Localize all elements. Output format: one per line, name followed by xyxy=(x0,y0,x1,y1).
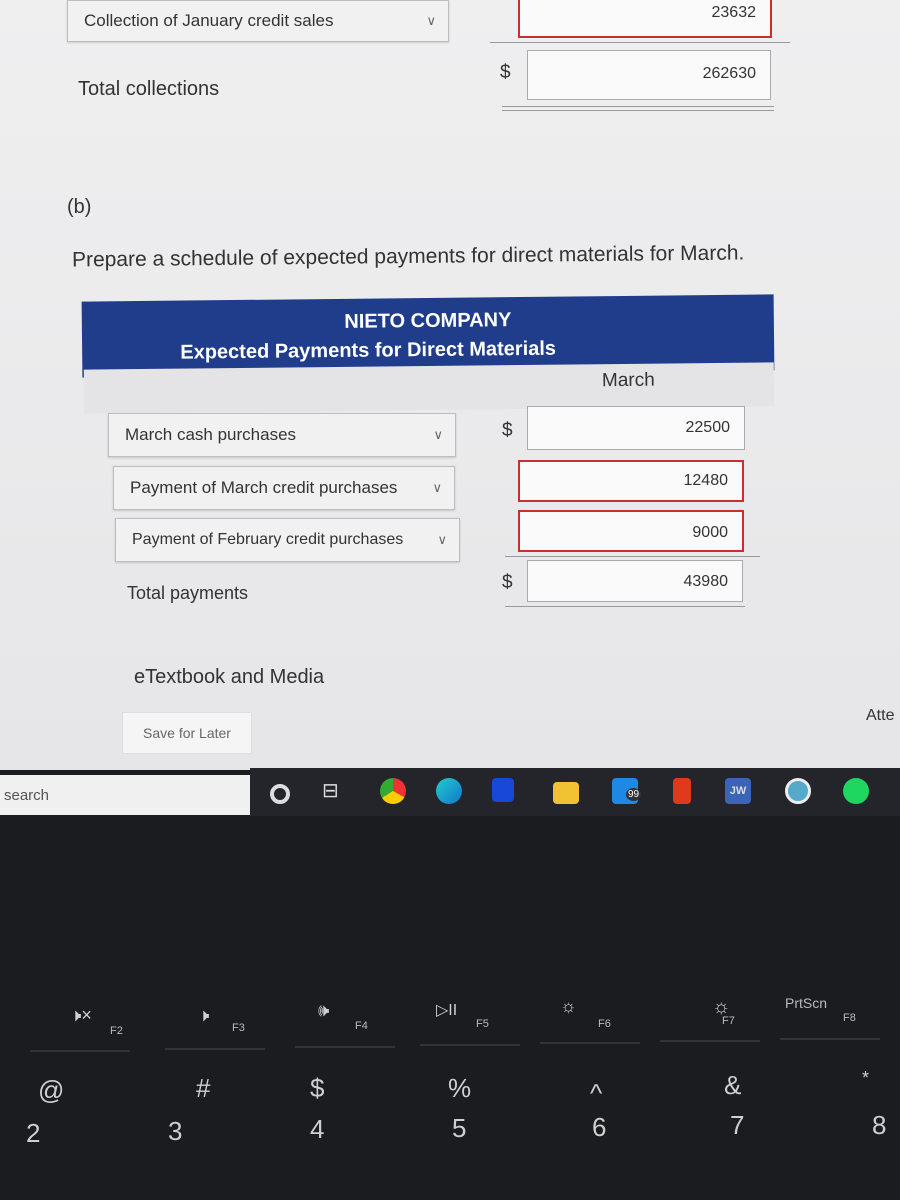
key-4[interactable]: 4 xyxy=(310,1114,324,1145)
key-f3[interactable]: F3 xyxy=(232,1022,245,1034)
key-6-shift[interactable]: ^ xyxy=(590,1078,602,1109)
key-3[interactable]: 3 xyxy=(168,1116,182,1147)
row-dropdown-march-credit[interactable]: Payment of March credit purchases ∨ xyxy=(113,466,455,510)
total-payments-input[interactable]: 43980 xyxy=(527,560,743,602)
part-label: (b) xyxy=(67,196,92,218)
divider xyxy=(505,556,760,557)
company-name: NIETO COMPANY xyxy=(344,309,512,333)
key-f5[interactable]: F5 xyxy=(476,1018,489,1030)
divider xyxy=(490,42,790,43)
app-circle-icon[interactable] xyxy=(785,778,811,804)
key-f8[interactable]: F8 xyxy=(843,1012,856,1024)
row-dropdown-march-cash[interactable]: March cash purchases ∨ xyxy=(108,413,456,457)
double-underline xyxy=(502,106,774,107)
cortana-icon[interactable] xyxy=(270,784,290,804)
file-explorer-icon[interactable] xyxy=(553,782,579,804)
key-f7[interactable]: F7 xyxy=(722,1015,735,1027)
key-4-shift[interactable]: $ xyxy=(310,1073,324,1104)
double-underline xyxy=(502,110,774,111)
dropdown-label: Collection of January credit sales xyxy=(84,11,334,30)
chevron-down-icon: ∨ xyxy=(426,13,436,28)
key-2-shift[interactable]: @ xyxy=(38,1075,64,1106)
mute-icon[interactable]: 🕨× xyxy=(70,1005,92,1026)
currency-symbol: $ xyxy=(502,572,513,593)
total-collections-input[interactable]: 262630 xyxy=(527,50,771,100)
chevron-down-icon: ∨ xyxy=(433,427,443,442)
etextbook-link[interactable]: eTextbook and Media xyxy=(134,666,324,689)
key-5-shift[interactable]: % xyxy=(448,1073,471,1104)
save-for-later-button[interactable]: Save for Later xyxy=(122,712,252,754)
march-cash-input[interactable]: 22500 xyxy=(527,406,745,450)
office-icon[interactable] xyxy=(673,778,691,804)
taskbar-search[interactable]: search xyxy=(0,775,252,815)
total-payments-label: Total payments xyxy=(127,583,249,603)
total-collections-label: Total collections xyxy=(78,78,220,100)
column-march: March xyxy=(601,369,655,392)
march-credit-input[interactable]: 12480 xyxy=(518,460,744,502)
app-icon[interactable] xyxy=(492,778,514,802)
collection-january-dropdown[interactable]: Collection of January credit sales ∨ xyxy=(67,0,449,42)
row-dropdown-feb-credit[interactable]: Payment of February credit purchases ∨ xyxy=(115,518,460,562)
spotify-icon[interactable] xyxy=(843,778,869,804)
key-f2[interactable]: F2 xyxy=(110,1025,123,1037)
double-underline xyxy=(505,606,745,607)
key-5[interactable]: 5 xyxy=(452,1113,466,1144)
key-3-shift[interactable]: # xyxy=(196,1073,210,1104)
attempts-text: Atte xyxy=(866,707,895,724)
chevron-down-icon: ∨ xyxy=(437,532,447,547)
key-8-shift[interactable]: * xyxy=(862,1068,869,1089)
chevron-down-icon: ∨ xyxy=(432,480,442,495)
key-2[interactable]: 2 xyxy=(26,1118,40,1149)
screen: Collection of January credit sales ∨ 2363… xyxy=(0,0,900,770)
currency-symbol: $ xyxy=(502,420,513,441)
play-pause-icon[interactable]: ▷II xyxy=(436,1000,457,1020)
key-7-shift[interactable]: & xyxy=(724,1070,741,1101)
currency-symbol: $ xyxy=(500,62,511,83)
schedule-title: Expected Payments for Direct Materials xyxy=(180,337,557,364)
mail-icon[interactable]: 99 xyxy=(612,778,642,804)
task-view-icon[interactable]: ⊟ xyxy=(322,778,348,804)
instruction-text: Prepare a schedule of expected payments … xyxy=(71,241,745,272)
key-7[interactable]: 7 xyxy=(730,1110,744,1141)
key-8[interactable]: 8 xyxy=(872,1110,886,1141)
feb-credit-input[interactable]: 9000 xyxy=(518,510,744,552)
key-prtscn[interactable]: PrtScn xyxy=(785,995,827,1011)
jw-library-icon[interactable]: JW xyxy=(725,778,751,804)
edge-icon[interactable] xyxy=(436,778,462,804)
key-6[interactable]: 6 xyxy=(592,1112,606,1143)
key-f4[interactable]: F4 xyxy=(355,1020,368,1032)
chrome-icon[interactable] xyxy=(380,778,406,804)
volume-up-icon[interactable]: 🕪 xyxy=(318,1000,329,1021)
key-f6[interactable]: F6 xyxy=(598,1018,611,1030)
collection-january-input[interactable]: 23632 xyxy=(518,0,772,38)
brightness-down-icon[interactable]: ☼ xyxy=(560,996,577,1017)
volume-down-icon[interactable]: 🕨 xyxy=(198,1005,209,1026)
